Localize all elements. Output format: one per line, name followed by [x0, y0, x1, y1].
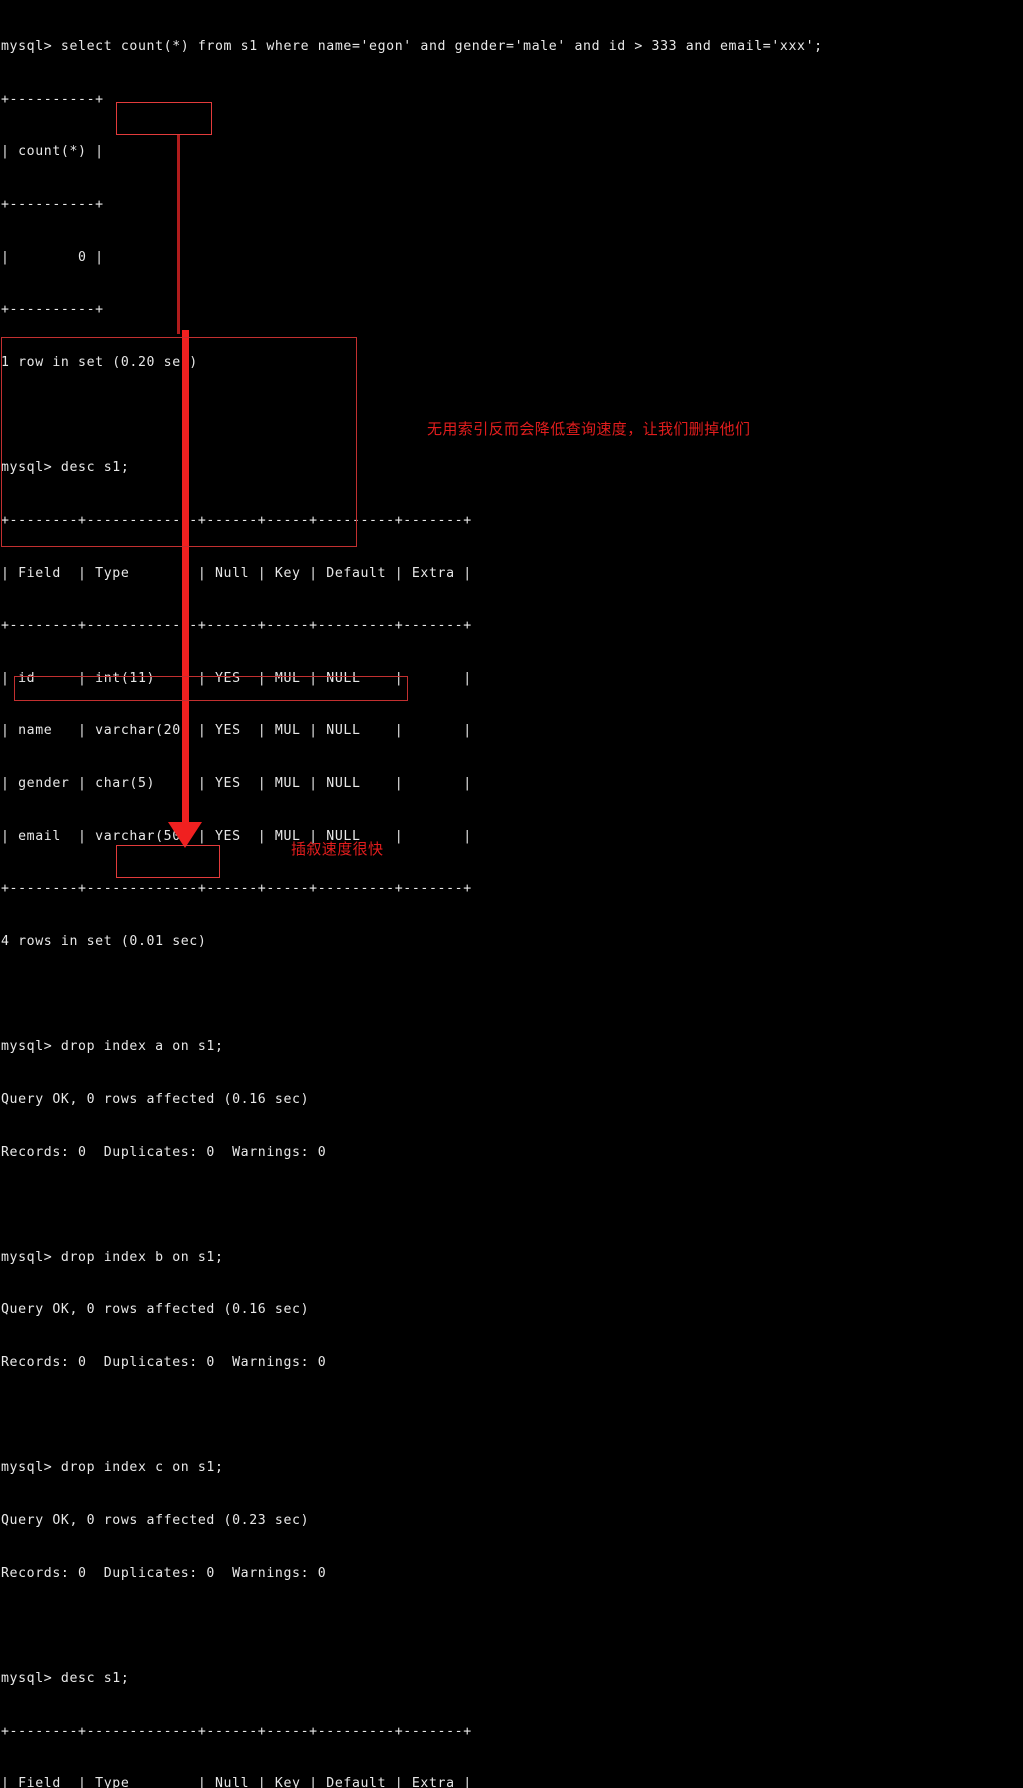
- terminal-output: mysql> select count(*) from s1 where nam…: [0, 0, 1023, 1788]
- terminal-line: +----------+: [1, 302, 104, 318]
- terminal-line: | name | varchar(20) | YES | MUL | NULL …: [1, 723, 472, 739]
- terminal-line: Records: 0 Duplicates: 0 Warnings: 0: [1, 1144, 327, 1160]
- terminal-line: mysql> drop index c on s1;: [1, 1460, 224, 1476]
- terminal-line: Query OK, 0 rows affected (0.16 sec): [1, 1091, 310, 1107]
- terminal-line: | email | varchar(50) | YES | MUL | NULL…: [1, 828, 472, 844]
- terminal-line: +--------+-------------+------+-----+---…: [1, 512, 472, 528]
- terminal-line: Records: 0 Duplicates: 0 Warnings: 0: [1, 1355, 327, 1371]
- terminal-line: mysql> drop index a on s1;: [1, 1039, 224, 1055]
- terminal-line: | id | int(11) | YES | MUL | NULL | |: [1, 670, 472, 686]
- terminal-line: | count(*) |: [1, 144, 104, 160]
- terminal-line: | Field | Type | Null | Key | Default | …: [1, 1776, 472, 1788]
- terminal-line: Query OK, 0 rows affected (0.16 sec): [1, 1302, 310, 1318]
- terminal-line: mysql> desc s1;: [1, 1670, 130, 1686]
- terminal-line: +--------+-------------+------+-----+---…: [1, 1723, 472, 1739]
- terminal-line: | 0 |: [1, 249, 104, 265]
- terminal-line: Records: 0 Duplicates: 0 Warnings: 0: [1, 1565, 327, 1581]
- terminal-line: mysql> drop index b on s1;: [1, 1249, 224, 1265]
- terminal-line: | gender | char(5) | YES | MUL | NULL | …: [1, 776, 472, 792]
- terminal-line: +--------+-------------+------+-----+---…: [1, 618, 472, 634]
- terminal-line: mysql> select count(*) from s1 where nam…: [1, 39, 823, 55]
- terminal-line: | Field | Type | Null | Key | Default | …: [1, 565, 472, 581]
- terminal-line: 4 rows in set (0.01 sec): [1, 933, 207, 949]
- terminal-line: Query OK, 0 rows affected (0.23 sec): [1, 1513, 310, 1529]
- terminal-line: mysql> desc s1;: [1, 460, 130, 476]
- terminal-line: +----------+: [1, 197, 104, 213]
- terminal-line: +--------+-------------+------+-----+---…: [1, 881, 472, 897]
- terminal-line: +----------+: [1, 91, 104, 107]
- terminal-line: 1 row in set (0.20 sec): [1, 354, 198, 370]
